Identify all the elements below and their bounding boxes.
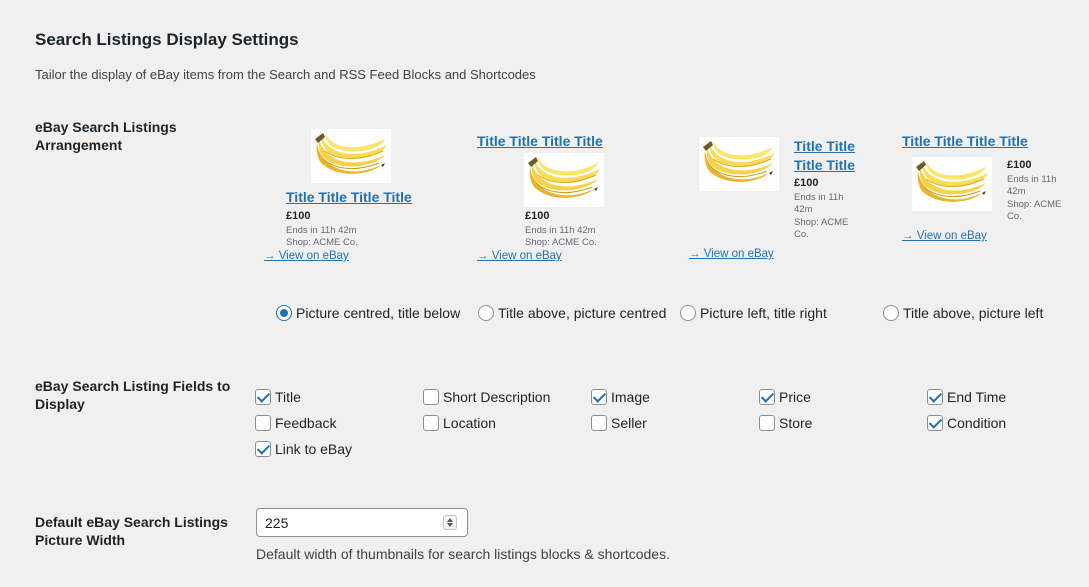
radio-label: Picture centred, title below xyxy=(296,305,461,321)
banana-thumbnail xyxy=(699,137,779,191)
listing-title-line[interactable]: Title Title xyxy=(794,137,855,156)
listing-end-time: 42m xyxy=(1007,186,1026,197)
radio-button[interactable] xyxy=(680,305,696,321)
view-on-ebay-link[interactable]: → View on eBay xyxy=(477,250,562,262)
listing-end-time: Ends in 11h xyxy=(794,192,844,203)
checkbox-label: Feedback xyxy=(275,415,337,431)
checkbox-title[interactable]: Title xyxy=(255,387,301,407)
checkbox[interactable] xyxy=(759,389,775,405)
radio-button[interactable] xyxy=(478,305,494,321)
fields-label: eBay Search Listing Fields to Display xyxy=(35,378,231,412)
listing-price: £100 xyxy=(286,210,311,222)
radio-picture-left-title-right[interactable]: Picture left, title right xyxy=(680,303,827,323)
view-on-ebay-link[interactable]: → View on eBay xyxy=(902,230,987,242)
picture-width-value: 225 xyxy=(265,514,289,531)
checkbox-label: Price xyxy=(779,389,811,405)
page-title: Search Listings Display Settings xyxy=(35,30,299,49)
checkbox[interactable] xyxy=(423,415,439,431)
checkbox[interactable] xyxy=(255,415,271,431)
listing-end-time: Ends in 11h xyxy=(1007,174,1057,185)
checkbox-short-description[interactable]: Short Description xyxy=(423,387,550,407)
listing-shop: Co. xyxy=(794,229,809,240)
picture-width-input[interactable]: 225 xyxy=(256,508,468,537)
listing-title[interactable]: Title Title Title Title xyxy=(477,132,603,151)
checkbox-label: Link to eBay xyxy=(275,441,353,457)
radio-button[interactable] xyxy=(276,305,292,321)
checkbox[interactable] xyxy=(591,389,607,405)
listing-shop: Shop: ACME xyxy=(794,217,849,228)
checkbox-label: Store xyxy=(779,415,813,431)
checkbox[interactable] xyxy=(255,441,271,457)
listing-title[interactable]: Title Title Title Title xyxy=(902,132,1028,151)
view-on-ebay-link[interactable]: → View on eBay xyxy=(264,250,349,262)
listing-end-time: Ends in 11h 42m xyxy=(286,225,357,236)
radio-label: Picture left, title right xyxy=(700,305,827,321)
banana-thumbnail xyxy=(311,129,391,183)
checkbox-price[interactable]: Price xyxy=(759,387,811,407)
page-description: Tailor the display of eBay items from th… xyxy=(35,67,536,82)
checkbox-image[interactable]: Image xyxy=(591,387,650,407)
checkbox-store[interactable]: Store xyxy=(759,413,812,433)
listing-price: £100 xyxy=(1007,159,1032,171)
arrangement-label: eBay Search Listings Arrangement xyxy=(35,119,177,153)
checkbox[interactable] xyxy=(591,415,607,431)
checkbox-label: Condition xyxy=(947,415,1007,431)
picture-width-label: Default eBay Search Listings Picture Wid… xyxy=(35,514,228,548)
banana-thumbnail xyxy=(524,153,604,207)
listing-end-time: 42m xyxy=(794,204,813,215)
checkbox-label: Image xyxy=(611,389,650,405)
checkbox[interactable] xyxy=(255,389,271,405)
radio-title-above-picture-centred[interactable]: Title above, picture centred xyxy=(478,303,666,323)
checkbox-end-time[interactable]: End Time xyxy=(927,387,1006,407)
checkbox-seller[interactable]: Seller xyxy=(591,413,647,433)
checkbox-link-to-ebay[interactable]: Link to eBay xyxy=(255,439,352,459)
checkbox-label: End Time xyxy=(947,389,1007,405)
checkbox-label: Title xyxy=(275,389,301,405)
radio-label: Title above, picture left xyxy=(903,305,1044,321)
checkbox[interactable] xyxy=(423,389,439,405)
checkbox[interactable] xyxy=(927,415,943,431)
checkbox-label: Short Description xyxy=(443,389,551,405)
checkbox[interactable] xyxy=(927,389,943,405)
checkbox-condition[interactable]: Condition xyxy=(927,413,1006,433)
checkbox[interactable] xyxy=(759,415,775,431)
banana-thumbnail xyxy=(912,157,992,211)
checkbox-feedback[interactable]: Feedback xyxy=(255,413,336,433)
picture-width-help: Default width of thumbnails for search l… xyxy=(256,546,670,562)
number-spinner-icon[interactable] xyxy=(443,515,457,530)
listing-shop: Shop: ACME Co. xyxy=(525,237,597,248)
radio-title-above-picture-left[interactable]: Title above, picture left xyxy=(883,303,1043,323)
listing-shop: Co. xyxy=(1007,211,1022,222)
radio-button[interactable] xyxy=(883,305,899,321)
listing-price: £100 xyxy=(525,210,550,222)
checkbox-location[interactable]: Location xyxy=(423,413,496,433)
listing-end-time: Ends in 11h 42m xyxy=(525,225,596,236)
listing-shop: Shop: ACME Co. xyxy=(286,237,358,248)
checkbox-label: Location xyxy=(443,415,496,431)
listing-title[interactable]: Title Title Title Title xyxy=(286,188,412,207)
radio-label: Title above, picture centred xyxy=(498,305,667,321)
view-on-ebay-link[interactable]: → View on eBay xyxy=(689,248,774,260)
radio-picture-centred-title-below[interactable]: Picture centred, title below xyxy=(276,303,460,323)
checkbox-label: Seller xyxy=(611,415,647,431)
listing-price: £100 xyxy=(794,177,819,189)
listing-shop: Shop: ACME xyxy=(1007,199,1062,210)
listing-title-line[interactable]: Title Title xyxy=(794,156,855,175)
